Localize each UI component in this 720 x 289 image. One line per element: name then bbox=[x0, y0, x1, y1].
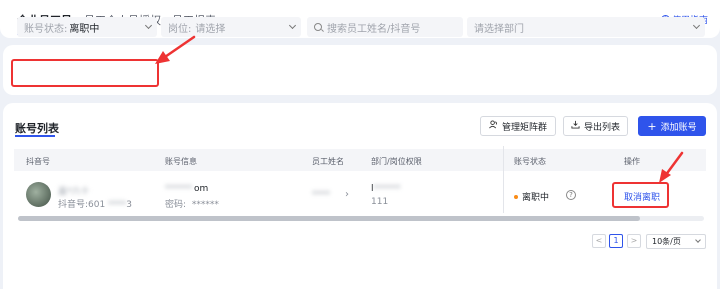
chevron-down-icon bbox=[144, 21, 153, 30]
status-dot bbox=[514, 195, 518, 199]
status-badge: 离职中 bbox=[522, 193, 550, 203]
column-header-employee-name: 员工姓名 bbox=[312, 157, 344, 166]
plus-icon: + bbox=[647, 119, 657, 133]
list-title-underline bbox=[15, 135, 55, 137]
table-header bbox=[14, 149, 706, 171]
search-icon bbox=[314, 23, 322, 31]
chevron-right-icon[interactable]: › bbox=[345, 189, 349, 200]
department-name: l****** bbox=[371, 184, 401, 194]
douyin-id-label: 抖音号:601 bbox=[58, 200, 106, 210]
add-account-label: 添加账号 bbox=[660, 122, 697, 133]
password-value: ****** bbox=[191, 200, 219, 210]
search-placeholder: 搜索员工姓名/抖音号 bbox=[327, 23, 421, 35]
column-header-department: 部门/岗位权限 bbox=[371, 157, 422, 166]
chevron-down-icon bbox=[692, 21, 701, 30]
position-placeholder: 请选择 bbox=[195, 23, 226, 35]
scrollbar-thumb[interactable] bbox=[18, 216, 640, 221]
password-label: 密码: bbox=[165, 200, 187, 210]
avatar bbox=[26, 182, 51, 207]
add-account-button[interactable]: + 添加账号 bbox=[638, 116, 706, 136]
department-placeholder: 请选择部门 bbox=[474, 23, 524, 35]
chevron-down-icon bbox=[288, 21, 297, 30]
list-title: 账号列表 bbox=[15, 122, 59, 135]
position-label: 岗位: bbox=[168, 23, 192, 35]
highlight-box-status-filter bbox=[11, 59, 159, 87]
users-icon bbox=[489, 120, 498, 132]
department-code: 111 bbox=[371, 197, 389, 207]
next-page-button[interactable]: > bbox=[627, 234, 641, 248]
fixed-column-divider bbox=[503, 146, 504, 213]
account-status-value: 离职中 bbox=[69, 23, 100, 35]
page-size-select[interactable]: 10条/页 bbox=[646, 234, 706, 249]
account-email: ****** om bbox=[165, 184, 209, 194]
chevron-down-icon bbox=[695, 237, 701, 243]
page-size-value: 10条/页 bbox=[652, 237, 681, 246]
annotation-arrow-status bbox=[155, 35, 196, 64]
employee-name: **** bbox=[312, 190, 330, 200]
manage-matrix-button[interactable]: 管理矩阵群 bbox=[480, 116, 556, 136]
douyin-id: 抖音号:601 ****3 bbox=[58, 200, 132, 210]
department-select[interactable]: 请选择部门 bbox=[467, 17, 705, 37]
download-icon bbox=[571, 120, 580, 132]
export-list-label: 导出列表 bbox=[583, 122, 620, 133]
account-status-label: 账号状态: bbox=[24, 23, 68, 35]
search-input[interactable]: 搜索员工姓名/抖音号 bbox=[307, 17, 463, 37]
column-header-douyin: 抖音号 bbox=[26, 157, 50, 166]
prev-page-button[interactable]: < bbox=[592, 234, 606, 248]
column-header-action: 操作 bbox=[624, 157, 640, 166]
column-header-account-info: 账号信息 bbox=[165, 157, 197, 166]
account-email-suffix: om bbox=[194, 184, 209, 194]
column-header-status: 账号状态 bbox=[514, 157, 546, 166]
account-status-select[interactable]: 账号状态: 离职中 bbox=[17, 17, 157, 37]
douyin-nickname: 盖*六十 bbox=[58, 187, 90, 197]
account-password: 密码: ****** bbox=[165, 197, 219, 210]
annotation-arrow-action bbox=[659, 151, 684, 183]
douyin-id-tail: 3 bbox=[126, 200, 132, 210]
export-list-button[interactable]: 导出列表 bbox=[563, 116, 628, 136]
manage-matrix-label: 管理矩阵群 bbox=[501, 122, 547, 133]
page-number-button[interactable]: 1 bbox=[609, 234, 623, 248]
question-icon[interactable]: ? bbox=[566, 190, 576, 200]
horizontal-scrollbar[interactable] bbox=[18, 216, 704, 221]
